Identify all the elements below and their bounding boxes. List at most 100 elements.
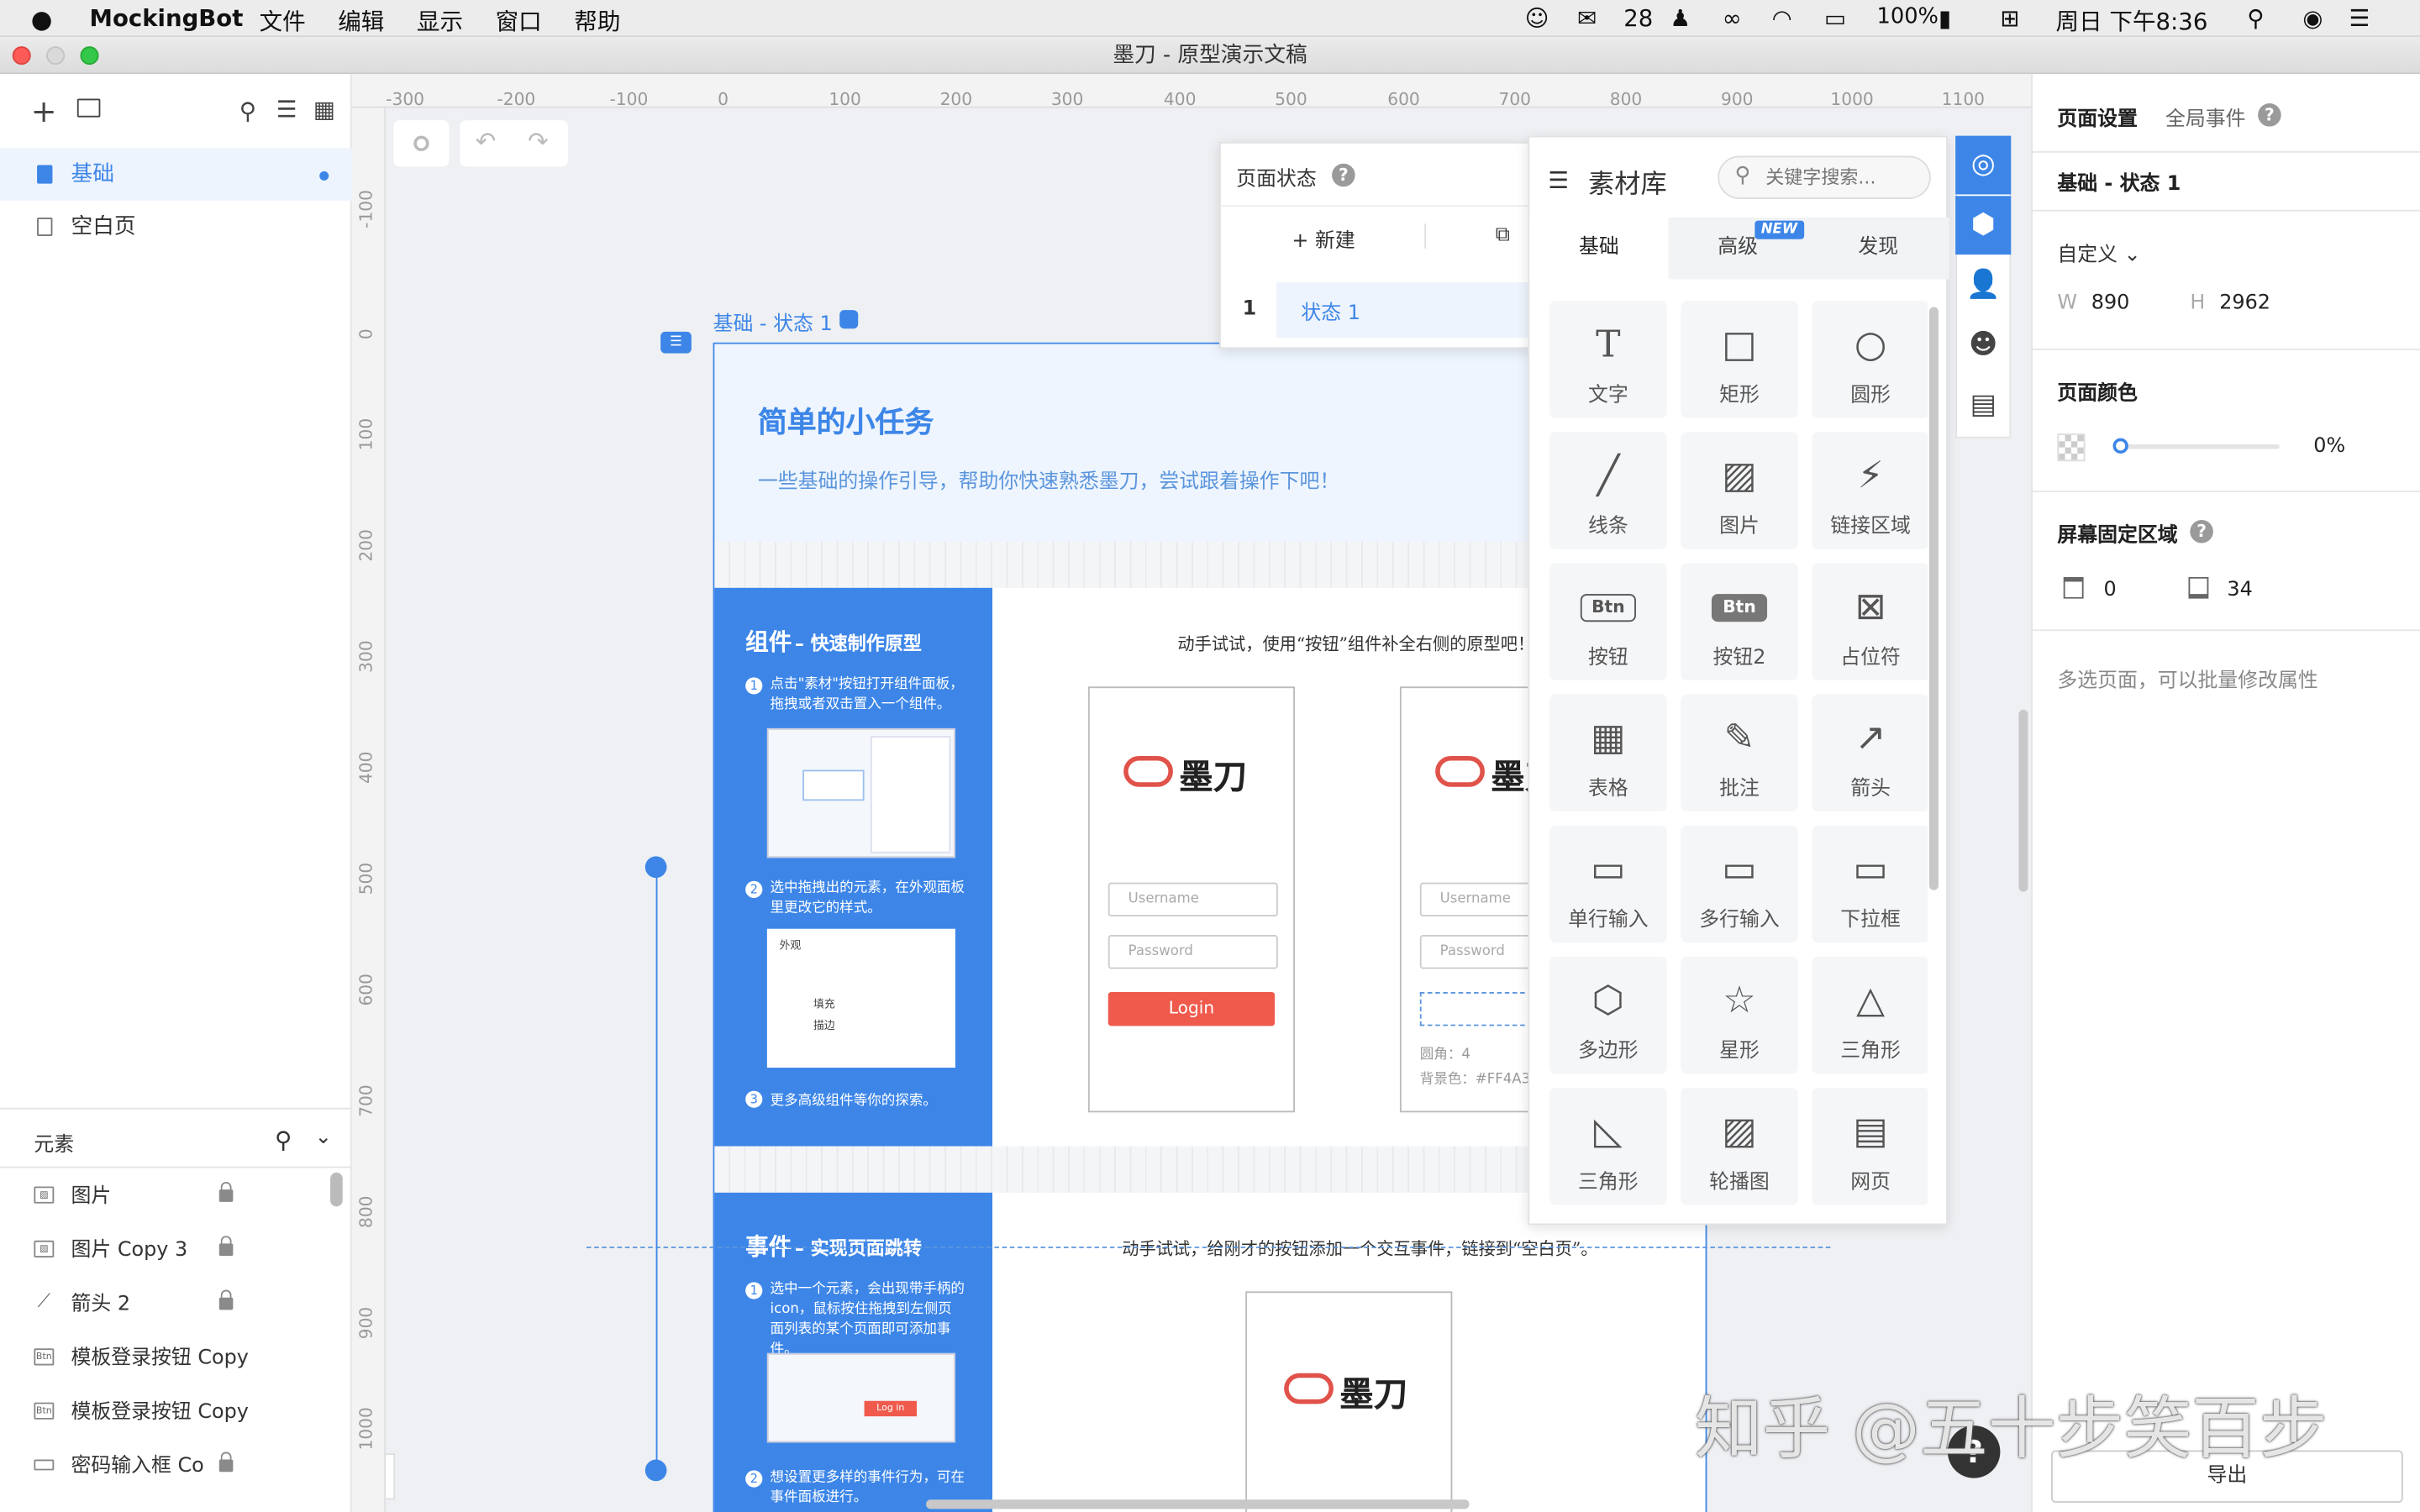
collapse-panel-button[interactable]: « <box>386 1453 396 1500</box>
fixed-top-value[interactable]: 0 <box>2103 579 2116 602</box>
library-item-arrow[interactable]: ↗ 箭头 <box>1812 694 1928 812</box>
creative-cloud-icon[interactable]: ∞ <box>1723 5 1742 33</box>
help-icon[interactable]: ? <box>2190 519 2213 543</box>
guide-handle-top[interactable] <box>644 856 667 879</box>
login-button[interactable]: Login <box>1107 992 1276 1026</box>
library-search-input[interactable] <box>1765 163 1920 192</box>
library-item-annotation[interactable]: ✎ 批注 <box>1681 694 1798 812</box>
username-input[interactable]: Username <box>1107 882 1278 917</box>
element-row-login-button[interactable]: Btn 模板登录按钮 Copy <box>0 1331 327 1385</box>
library-item-rect[interactable]: □ 矩形 <box>1681 301 1798 418</box>
new-state-button[interactable]: + 新建 <box>1292 223 1355 254</box>
opacity-slider-track[interactable] <box>2118 444 2280 449</box>
library-item-webpage[interactable]: ▤ 网页 <box>1812 1087 1928 1205</box>
search-icon[interactable]: ⚲ <box>239 97 256 125</box>
close-window-button[interactable] <box>12 46 31 66</box>
element-row-image-copy[interactable]: ▨ 图片 Copy 3 <box>0 1224 327 1278</box>
library-scrollbar[interactable] <box>1928 307 1939 890</box>
add-page-icon[interactable]: + <box>31 96 57 127</box>
library-item-table[interactable]: ▦ 表格 <box>1549 694 1667 812</box>
library-item-image[interactable]: ▨ 图片 <box>1681 432 1798 549</box>
library-item-polygon[interactable]: ⬡ 多边形 <box>1549 956 1667 1074</box>
menu-edit[interactable]: 编辑 <box>338 5 384 38</box>
elements-search-icon[interactable]: ⚲ <box>275 1126 292 1154</box>
template-tab-icon[interactable]: ▤ <box>1955 376 2011 435</box>
apple-icon[interactable]: ● <box>31 5 53 34</box>
artboard-label[interactable]: 基础 - 状态 1 <box>713 307 833 337</box>
height-input[interactable]: 2962 <box>2219 291 2270 315</box>
artboard-menu-icon[interactable]: ☰ <box>660 331 692 354</box>
target-button[interactable] <box>393 120 450 167</box>
tab-global-events[interactable]: 全局事件 <box>2165 102 2246 132</box>
elements-scrollbar[interactable] <box>330 1172 343 1207</box>
library-item-text[interactable]: T 文字 <box>1549 301 1667 418</box>
password-input[interactable]: Password <box>1107 935 1278 969</box>
page-item-blank[interactable]: 空白页 <box>0 201 352 253</box>
status-face-icon[interactable]: ☺ <box>1525 5 1549 33</box>
lock-icon[interactable] <box>218 1181 234 1202</box>
cube-tab-icon[interactable]: ⬢ <box>1955 196 2012 255</box>
emoji-tab-icon[interactable]: ☻ <box>1955 317 2011 375</box>
airplay-icon[interactable]: ▭ <box>1824 5 1846 33</box>
library-item-textarea[interactable]: ▭ 多行输入 <box>1681 825 1798 943</box>
app-menu[interactable]: MockingBot <box>90 5 244 33</box>
menu-window[interactable]: 窗口 <box>496 5 542 38</box>
undo-icon[interactable]: ↶ <box>476 127 497 156</box>
folder-icon[interactable] <box>76 98 101 118</box>
minimize-window-button[interactable] <box>46 46 66 66</box>
artboard-settings-icon[interactable] <box>839 310 859 329</box>
tab-basic[interactable]: 基础 <box>1529 217 1669 280</box>
user-tab-icon[interactable]: 👤 <box>1955 256 2011 315</box>
state-row[interactable]: 状态 1 <box>1276 282 1536 339</box>
element-row-image[interactable]: ▨ 图片 <box>0 1169 327 1223</box>
size-mode-select[interactable]: 自定义 ⌄ <box>2057 238 2140 267</box>
menu-file[interactable]: 文件 <box>260 5 306 38</box>
zoom-window-button[interactable] <box>80 46 99 66</box>
library-item-carousel[interactable]: ▨ 轮播图 <box>1681 1087 1798 1205</box>
library-item-placeholder[interactable]: ⊠ 占位符 <box>1812 563 1928 680</box>
library-item-button[interactable]: Btn 按钮 <box>1549 563 1667 680</box>
lock-icon[interactable] <box>218 1289 234 1310</box>
wifi-icon[interactable]: ◠ <box>1772 5 1792 33</box>
copy-state-icon[interactable]: ⧉ <box>1496 223 1510 247</box>
library-item-triangle[interactable]: △ 三角形 <box>1812 956 1928 1074</box>
library-item-star[interactable]: ☆ 星形 <box>1681 956 1798 1074</box>
color-swatch[interactable] <box>2057 433 2086 462</box>
library-item-right-triangle[interactable]: ◺ 三角形 <box>1549 1087 1667 1205</box>
canvas-horizontal-scrollbar[interactable] <box>926 1499 1470 1509</box>
grid-view-icon[interactable]: ▦ <box>313 96 335 123</box>
library-item-select[interactable]: ▭ 下拉框 <box>1812 825 1928 943</box>
library-search[interactable]: ⚲ <box>1718 155 1931 199</box>
opacity-slider-handle[interactable] <box>2112 438 2128 454</box>
width-input[interactable]: 890 <box>2091 291 2130 315</box>
qq-icon[interactable]: ♟ <box>1670 5 1691 33</box>
lock-icon[interactable] <box>218 1452 234 1473</box>
siri-icon[interactable]: ◉ <box>2302 5 2323 33</box>
element-row-password-input[interactable]: 密码输入框 Co <box>0 1440 327 1494</box>
page-item-base[interactable]: 基础 <box>0 148 352 201</box>
guide-handle-bottom[interactable] <box>644 1459 667 1482</box>
menu-help[interactable]: 帮助 <box>574 5 620 38</box>
menu-view[interactable]: 显示 <box>417 5 463 38</box>
sort-list-icon[interactable]: ☰ <box>276 96 297 123</box>
notification-center-icon[interactable]: ☰ <box>2349 5 2370 33</box>
phone-mockup-complete[interactable]: 墨刀 Username Password Login <box>1087 686 1296 1113</box>
library-item-line[interactable]: ╱ 线条 <box>1549 432 1667 549</box>
phone-mockup-event[interactable]: 墨刀 <box>1245 1291 1453 1512</box>
chevron-down-icon[interactable]: ⌄ <box>315 1126 332 1150</box>
wechat-icon[interactable]: ✉ <box>1577 5 1597 33</box>
library-item-text-input[interactable]: ▭ 单行输入 <box>1549 825 1667 943</box>
redo-icon[interactable]: ↷ <box>528 127 549 156</box>
tab-discover[interactable]: 发现 <box>1807 218 1949 279</box>
opacity-value[interactable]: 0% <box>2313 435 2345 459</box>
library-item-hotspot[interactable]: ⚡ 链接区域 <box>1812 432 1928 549</box>
canvas-vertical-scrollbar[interactable] <box>2018 709 2028 892</box>
help-icon[interactable]: ? <box>1332 163 1355 187</box>
battery-icon[interactable]: ▮ <box>1939 5 1951 33</box>
input-method-icon[interactable]: ⊞ <box>2000 5 2019 33</box>
tab-page-settings[interactable]: 页面设置 <box>2057 102 2138 132</box>
fixed-bottom-value[interactable]: 34 <box>2227 579 2252 602</box>
library-list-icon[interactable]: ☰ <box>1548 166 1569 194</box>
spotlight-icon[interactable]: ⚲ <box>2247 5 2264 33</box>
element-row-arrow[interactable]: ⟋ 箭头 2 <box>0 1278 327 1331</box>
